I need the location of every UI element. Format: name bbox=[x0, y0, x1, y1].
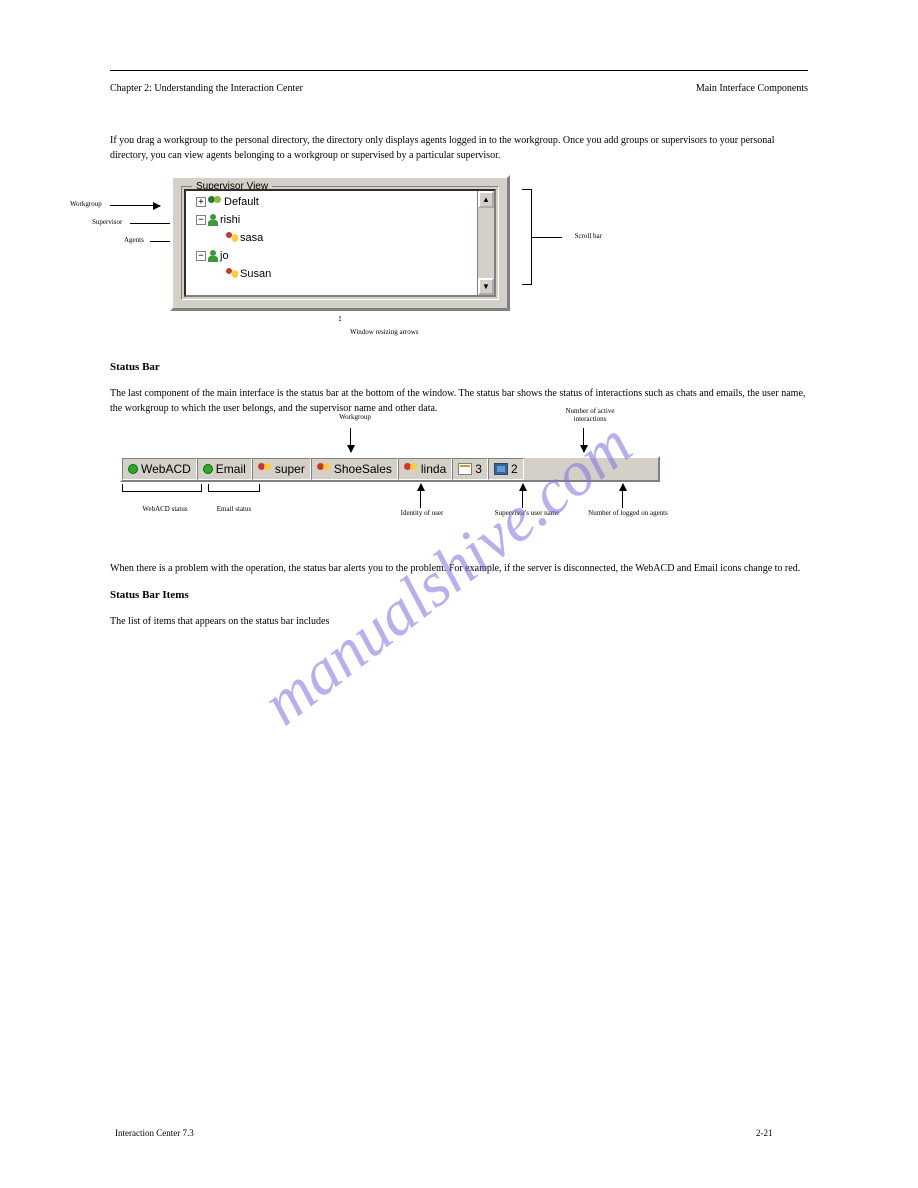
tree-content: + Default − rishi bbox=[186, 191, 477, 295]
status-cell-workgroup[interactable]: ShoeSales bbox=[311, 458, 398, 480]
tree-row[interactable]: − rishi bbox=[190, 211, 473, 229]
arrow-icon bbox=[522, 484, 523, 508]
statusbar-intro: The last component of the main interface… bbox=[110, 387, 808, 416]
panel-inner: Supervisor View + Default − bbox=[181, 186, 499, 300]
panel-outer: Supervisor View + Default − bbox=[170, 175, 510, 311]
intro-paragraph: If you drag a workgroup to the personal … bbox=[110, 134, 808, 163]
section-title-statusbar: Status Bar bbox=[110, 361, 808, 373]
arrow-icon bbox=[110, 205, 160, 206]
card-icon bbox=[458, 463, 472, 475]
status-label: ShoeSales bbox=[334, 462, 392, 476]
header-right: Main Interface Components bbox=[696, 83, 808, 94]
resize-icon[interactable]: ↕ bbox=[338, 313, 343, 323]
status-cell-webacd[interactable]: WebACD bbox=[122, 458, 197, 480]
label-email: Email status bbox=[206, 506, 262, 514]
expander-icon[interactable]: + bbox=[196, 197, 206, 207]
status-label: linda bbox=[421, 462, 446, 476]
tree-label: Default bbox=[224, 193, 259, 211]
tree-view[interactable]: + Default − rishi bbox=[184, 189, 496, 297]
status-label: 2 bbox=[511, 462, 518, 476]
status-cell-active-count[interactable]: 3 bbox=[452, 458, 488, 480]
status-label: super bbox=[275, 462, 305, 476]
tree-row[interactable]: Susan bbox=[190, 265, 473, 283]
scroll-up-icon[interactable]: ▲ bbox=[478, 191, 494, 208]
arrow-icon bbox=[622, 484, 623, 508]
scroll-down-icon[interactable]: ▼ bbox=[478, 278, 494, 295]
tree-label: jo bbox=[220, 247, 229, 265]
bracket-icon bbox=[208, 484, 260, 492]
items-para: The list of items that appears on the st… bbox=[110, 615, 808, 630]
person-icon bbox=[208, 250, 218, 262]
label-logged: Number of logged on agents bbox=[588, 510, 668, 518]
label-resize: Window resizing arrows bbox=[350, 329, 419, 337]
expander-icon[interactable]: − bbox=[196, 215, 206, 225]
label-active-top: Number of active interactions bbox=[550, 408, 630, 423]
header-rule bbox=[110, 70, 808, 71]
tree-row[interactable]: sasa bbox=[190, 229, 473, 247]
bracket-icon bbox=[522, 189, 532, 285]
status-cell-supervisor[interactable]: linda bbox=[398, 458, 452, 480]
header-left: Chapter 2: Understanding the Interaction… bbox=[110, 83, 303, 94]
statusbar-figure: Workgroup Number of active interactions … bbox=[120, 456, 660, 482]
page-header: Chapter 2: Understanding the Interaction… bbox=[110, 83, 808, 94]
status-label: Email bbox=[216, 462, 246, 476]
person-icon bbox=[208, 214, 218, 226]
tree-row[interactable]: − jo bbox=[190, 247, 473, 265]
status-bar: WebACD Email super ShoeSales linda 3 bbox=[120, 456, 660, 482]
tree-label: Susan bbox=[240, 265, 271, 283]
footer-left: Interaction Center 7.3 bbox=[115, 1128, 194, 1138]
status-label: 3 bbox=[475, 462, 482, 476]
bracket-icon bbox=[122, 484, 202, 492]
status-cell-email[interactable]: Email bbox=[197, 458, 252, 480]
label-super: Supervisor's user name bbox=[492, 510, 562, 518]
person-icon bbox=[317, 463, 331, 475]
label-workgroup-top: Workgroup bbox=[330, 414, 380, 422]
label-workgroup: Workgroup bbox=[70, 201, 102, 209]
tree-label: sasa bbox=[240, 229, 263, 247]
expander-icon[interactable]: − bbox=[196, 251, 206, 261]
label-supervisor: Supervisor bbox=[92, 219, 122, 227]
label-user: Identity of user bbox=[394, 510, 450, 518]
status-dot-icon bbox=[128, 464, 138, 474]
agent-icon bbox=[226, 268, 238, 280]
agent-icon bbox=[226, 232, 238, 244]
status-dot-icon bbox=[203, 464, 213, 474]
person-icon bbox=[404, 463, 418, 475]
label-scroll: Scroll bar bbox=[575, 233, 602, 241]
label-webacd: WebACD status bbox=[130, 506, 200, 514]
people-icon bbox=[208, 196, 222, 208]
status-cell-logged-count[interactable]: 2 bbox=[488, 458, 524, 480]
status-cell-user[interactable]: super bbox=[252, 458, 311, 480]
arrow-icon bbox=[583, 428, 584, 452]
arrow-icon bbox=[350, 428, 351, 452]
tree-row[interactable]: + Default bbox=[190, 193, 473, 211]
status-label: WebACD bbox=[141, 462, 191, 476]
person-icon bbox=[258, 463, 272, 475]
leader-line bbox=[532, 237, 562, 238]
scrollbar[interactable]: ▲ ▼ bbox=[477, 191, 494, 295]
arrow-icon bbox=[420, 484, 421, 508]
label-agent: Agents bbox=[124, 237, 144, 245]
section-items-title: Status Bar Items bbox=[110, 589, 808, 601]
tree-label: rishi bbox=[220, 211, 240, 229]
footer-right: 2-21 bbox=[756, 1128, 773, 1138]
supervisor-view-figure: Workgroup Supervisor Agents Supervisor V… bbox=[170, 175, 510, 311]
card-icon bbox=[494, 463, 508, 475]
note-text: When there is a problem with the operati… bbox=[110, 562, 808, 577]
page-footer: Interaction Center 7.3 2-21 bbox=[115, 1128, 772, 1138]
